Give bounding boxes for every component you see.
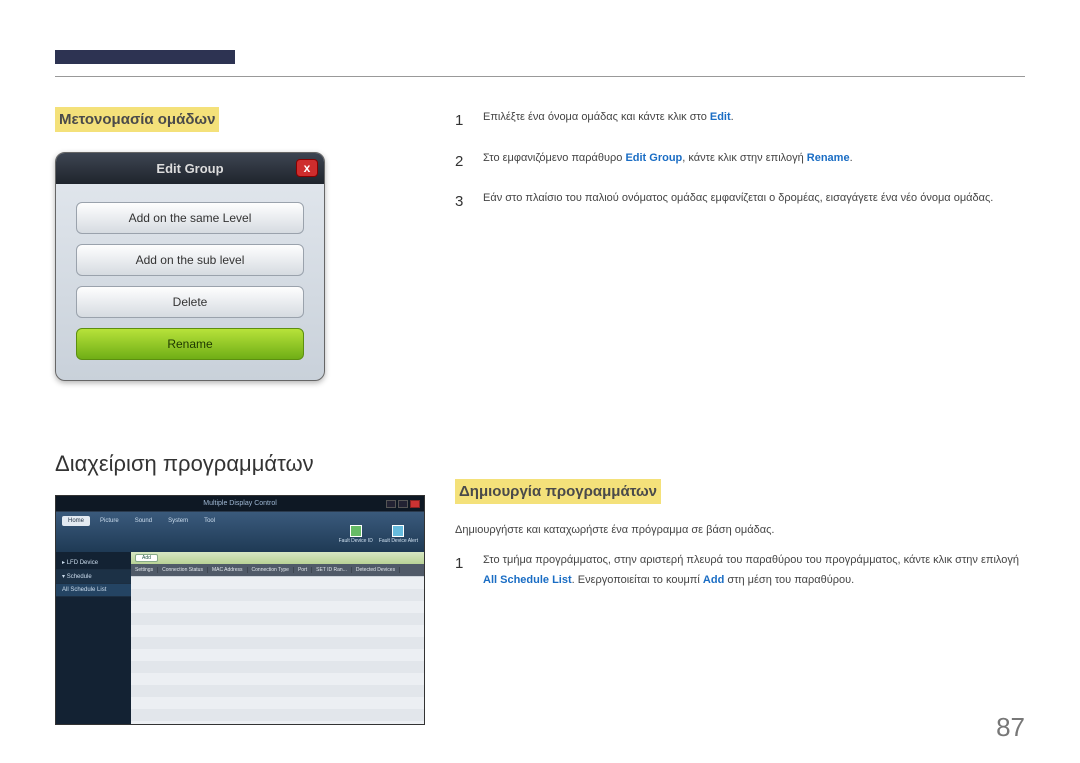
step-text: Εάν στο πλαίσιο του παλιού ονόματος ομάδ…: [483, 188, 1025, 217]
close-icon[interactable]: [410, 500, 420, 508]
step-text: Στο εμφανιζόμενο παράθυρο Edit Group, κά…: [483, 148, 1025, 177]
mdc-grid-body: [131, 576, 424, 724]
step-text: Επιλέξτε ένα όνομα ομάδας και κάντε κλικ…: [483, 107, 1025, 136]
add-button[interactable]: Add: [135, 554, 158, 562]
step-1: 1 Επιλέξτε ένα όνομα ομάδας και κάντε κλ…: [455, 107, 1025, 136]
mdc-sidebar: ▸ LFD Device ▾ Schedule All Schedule Lis…: [56, 552, 131, 724]
step-3: 3 Εάν στο πλαίσιο του παλιού ονόματος ομ…: [455, 188, 1025, 217]
col-port: Port: [294, 567, 312, 573]
col-settings: Settings: [131, 567, 158, 573]
section-heading-create-schedule: Δημιουργία προγραμμάτων: [455, 479, 661, 504]
step-2: 2 Στο εμφανιζόμενο παράθυρο Edit Group, …: [455, 148, 1025, 177]
mdc-ribbon: Home Picture Sound System Tool Fault Dev…: [56, 512, 424, 552]
sidebar-item-lfd[interactable]: ▸ LFD Device: [56, 556, 131, 570]
window-controls: [386, 500, 420, 508]
rename-button[interactable]: Rename: [76, 328, 304, 360]
col-mac: MAC Address: [208, 567, 248, 573]
fault-device-alert-icon[interactable]: Fault Device Alert: [379, 525, 418, 544]
intro-text: Δημιουργήστε και καταχωρήστε ένα πρόγραμ…: [455, 524, 1025, 536]
delete-button[interactable]: Delete: [76, 286, 304, 318]
add-sub-level-button[interactable]: Add on the sub level: [76, 244, 304, 276]
col-setid: SET ID Ran...: [312, 567, 352, 573]
steps-create: 1 Στο τμήμα προγράμματος, στην αριστερή …: [455, 550, 1025, 592]
page-number: 87: [996, 712, 1025, 743]
tab-home[interactable]: Home: [62, 516, 90, 526]
mdc-table-header: Settings Connection Status MAC Address C…: [131, 564, 424, 576]
tab-system[interactable]: System: [162, 516, 194, 526]
header-accent-bar: [55, 50, 235, 64]
tab-sound[interactable]: Sound: [129, 516, 158, 526]
col-connstatus: Connection Status: [158, 567, 208, 573]
close-button[interactable]: x: [296, 159, 318, 177]
step-text: Στο τμήμα προγράμματος, στην αριστερή πλ…: [483, 550, 1025, 592]
step-num: 3: [455, 188, 469, 217]
mdc-screenshot: Multiple Display Control Home Picture So…: [55, 495, 425, 725]
col-conntype: Connection Type: [248, 567, 294, 573]
heading-schedule-management: Διαχείριση προγραμμάτων: [55, 451, 425, 477]
add-same-level-button[interactable]: Add on the same Level: [76, 202, 304, 234]
minimize-icon[interactable]: [386, 500, 396, 508]
sidebar-item-schedule[interactable]: ▾ Schedule: [56, 570, 131, 584]
step-num: 1: [455, 550, 469, 592]
tab-tool[interactable]: Tool: [198, 516, 221, 526]
popup-titlebar: Edit Group x: [56, 153, 324, 184]
popup-title-text: Edit Group: [156, 161, 223, 176]
step-num: 1: [455, 107, 469, 136]
sidebar-item-all-schedule[interactable]: All Schedule List: [56, 584, 131, 597]
fault-device-id-icon[interactable]: Fault Device ID: [339, 525, 373, 544]
mdc-window-title: Multiple Display Control: [56, 496, 424, 512]
section-heading-rename: Μετονομασία ομάδων: [55, 107, 219, 132]
mdc-title-text: Multiple Display Control: [203, 500, 277, 507]
mdc-toolbar: Add: [131, 552, 424, 564]
horizontal-rule: [55, 76, 1025, 77]
maximize-icon[interactable]: [398, 500, 408, 508]
step-1: 1 Στο τμήμα προγράμματος, στην αριστερή …: [455, 550, 1025, 592]
tab-picture[interactable]: Picture: [94, 516, 125, 526]
edit-group-popup: Edit Group x Add on the same Level Add o…: [55, 152, 325, 381]
steps-rename: 1 Επιλέξτε ένα όνομα ομάδας και κάντε κλ…: [455, 107, 1025, 217]
step-num: 2: [455, 148, 469, 177]
col-detected: Detected Devices: [352, 567, 400, 573]
